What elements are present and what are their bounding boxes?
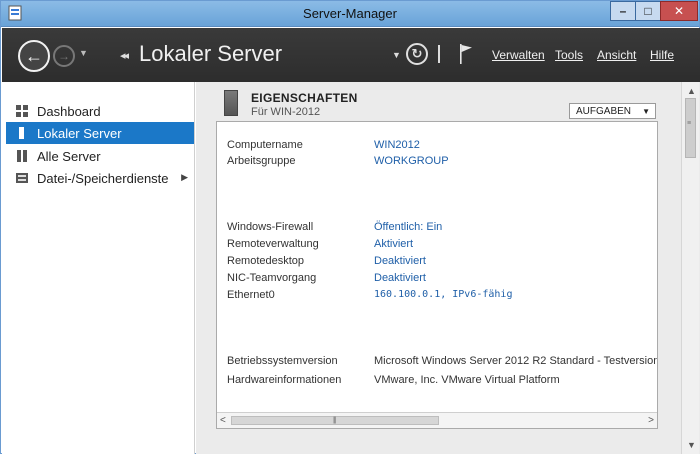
notifications-flag-icon[interactable] bbox=[459, 43, 473, 65]
refresh-button[interactable]: ↻ bbox=[406, 43, 428, 65]
tasks-label: AUFGABEN bbox=[576, 105, 632, 117]
sidebar-item-alle-server[interactable]: Alle Server bbox=[6, 145, 194, 167]
property-value-link[interactable]: Aktiviert bbox=[374, 238, 413, 250]
tasks-dropdown-button[interactable]: AUFGABEN ▼ bbox=[569, 103, 656, 119]
back-button[interactable]: ← bbox=[18, 40, 50, 72]
properties-panel: Computername WIN2012 Arbeitsgruppe WORKG… bbox=[216, 121, 658, 429]
sidebar-item-dashboard[interactable]: Dashboard bbox=[6, 100, 194, 122]
expand-arrow-icon[interactable]: ▶ bbox=[181, 172, 188, 183]
scroll-right-icon[interactable]: > bbox=[648, 415, 654, 426]
vertical-scroll-thumb[interactable]: ≡ bbox=[685, 98, 696, 158]
property-row: Hardwareinformationen VMware, Inc. VMwar… bbox=[227, 374, 647, 388]
nav-history-dropdown[interactable]: ▼ bbox=[79, 48, 88, 58]
property-row: Remoteverwaltung Aktiviert bbox=[227, 238, 647, 252]
grip-icon: ≡ bbox=[687, 120, 692, 127]
sidebar-item-lokaler-server[interactable]: Lokaler Server bbox=[6, 122, 194, 144]
property-value-link[interactable]: Öffentlich: Ein bbox=[374, 221, 442, 233]
property-value-link[interactable]: 160.100.0.1, IPv6-fähig bbox=[374, 289, 512, 300]
property-key: Remoteverwaltung bbox=[227, 238, 319, 250]
property-row: NIC-Teamvorgang Deaktiviert bbox=[227, 272, 647, 286]
sidebar-item-label: Lokaler Server bbox=[37, 125, 122, 141]
property-key: Hardwareinformationen bbox=[227, 374, 342, 386]
property-key: Arbeitsgruppe bbox=[227, 155, 296, 167]
forward-button[interactable]: → bbox=[53, 45, 75, 67]
chevron-down-icon: ▼ bbox=[642, 107, 650, 116]
scroll-down-icon[interactable]: ▼ bbox=[687, 440, 696, 450]
sidebar-item-label: Alle Server bbox=[37, 148, 101, 164]
horizontal-scroll-thumb[interactable]: ||| bbox=[231, 416, 439, 425]
property-row: Arbeitsgruppe WORKGROUP bbox=[227, 155, 647, 169]
property-row: Computername WIN2012 bbox=[227, 139, 647, 153]
header-separator bbox=[438, 45, 440, 63]
menu-hilfe[interactable]: Hilfe bbox=[650, 48, 674, 62]
vertical-scrollbar[interactable]: ▲ ≡ ▼ bbox=[681, 82, 699, 454]
title-bar: Server-Manager – □ ✕ bbox=[1, 1, 699, 27]
header-dropdown[interactable]: ▼ bbox=[392, 50, 401, 60]
window-title: Server-Manager bbox=[303, 6, 397, 21]
server-icon bbox=[19, 127, 24, 139]
property-row: Remotedesktop Deaktiviert bbox=[227, 255, 647, 269]
minimize-button[interactable]: – bbox=[610, 1, 636, 21]
property-row: Ethernet0 160.100.0.1, IPv6-fähig bbox=[227, 289, 647, 303]
menu-verwalten[interactable]: Verwalten bbox=[492, 48, 545, 62]
servers-icon bbox=[17, 150, 27, 162]
maximize-button[interactable]: □ bbox=[635, 1, 661, 21]
scroll-left-icon[interactable]: < bbox=[220, 415, 226, 426]
property-key: Windows-Firewall bbox=[227, 221, 314, 233]
property-key: Computername bbox=[227, 139, 303, 151]
property-key: Ethernet0 bbox=[227, 289, 275, 301]
property-key: Betriebssystemversion bbox=[227, 355, 338, 367]
main-content: EIGENSCHAFTEN Für WIN-2012 AUFGABEN ▼ Co… bbox=[196, 82, 700, 454]
property-value-link[interactable]: WIN2012 bbox=[374, 139, 420, 151]
sidebar: Dashboard Lokaler Server Alle Server Dat… bbox=[2, 82, 195, 454]
server-tower-icon bbox=[224, 90, 238, 116]
header-bar: ← → ▼ ◂◂ Lokaler Server ▼ ↻ Verwalten To… bbox=[2, 28, 700, 82]
property-key: NIC-Teamvorgang bbox=[227, 272, 317, 284]
scroll-up-icon[interactable]: ▲ bbox=[687, 86, 696, 96]
menu-tools[interactable]: Tools bbox=[555, 48, 583, 62]
property-value: Microsoft Windows Server 2012 R2 Standar… bbox=[374, 355, 658, 367]
horizontal-scrollbar[interactable]: < ||| > bbox=[217, 412, 657, 428]
storage-icon bbox=[16, 173, 28, 183]
menu-ansicht[interactable]: Ansicht bbox=[597, 48, 636, 62]
property-row: Betriebssystemversion Microsoft Windows … bbox=[227, 355, 657, 369]
breadcrumb-arrows-icon: ◂◂ bbox=[120, 50, 129, 62]
server-manager-window: Server-Manager – □ ✕ ← → ▼ ◂◂ Lokaler Se… bbox=[0, 0, 700, 454]
property-key: Remotedesktop bbox=[227, 255, 305, 267]
property-value-link[interactable]: WORKGROUP bbox=[374, 155, 449, 167]
sidebar-item-label: Datei-/Speicherdienste bbox=[37, 170, 169, 186]
sidebar-item-datei-speicherdienste[interactable]: Datei-/Speicherdienste ▶ bbox=[6, 167, 194, 189]
property-row: Windows-Firewall Öffentlich: Ein bbox=[227, 221, 647, 235]
sidebar-item-label: Dashboard bbox=[37, 103, 101, 119]
grip-icon: ||| bbox=[333, 417, 337, 424]
page-title: Lokaler Server bbox=[139, 41, 283, 66]
property-value: VMware, Inc. VMware Virtual Platform bbox=[374, 374, 560, 386]
close-button[interactable]: ✕ bbox=[660, 1, 698, 21]
property-value-link[interactable]: Deaktiviert bbox=[374, 272, 426, 284]
property-value-link[interactable]: Deaktiviert bbox=[374, 255, 426, 267]
properties-title: EIGENSCHAFTEN bbox=[251, 91, 358, 105]
dashboard-icon bbox=[16, 105, 28, 117]
properties-subtitle: Für WIN-2012 bbox=[251, 106, 321, 118]
